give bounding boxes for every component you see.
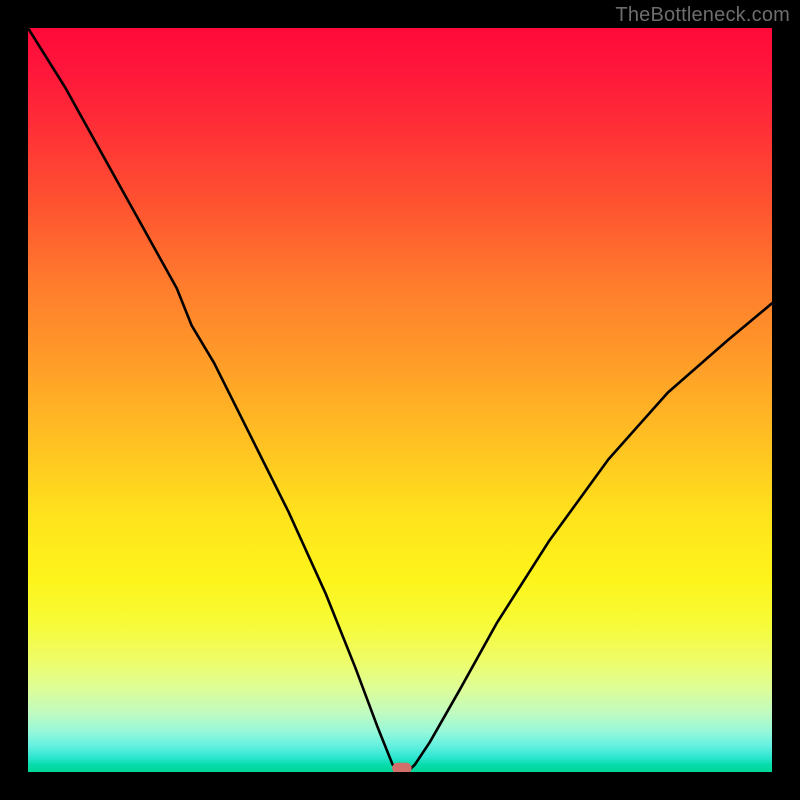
- chart-frame: TheBottleneck.com: [0, 0, 800, 800]
- bottleneck-curve: [28, 28, 772, 772]
- watermark-text: TheBottleneck.com: [615, 4, 790, 27]
- plot-area: [28, 28, 772, 772]
- curve-layer: [28, 28, 772, 772]
- minimum-marker: [393, 763, 412, 772]
